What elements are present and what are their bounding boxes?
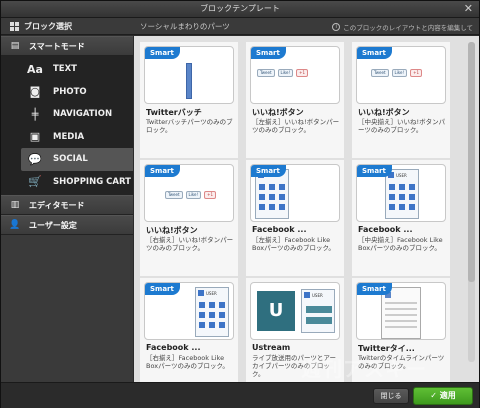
smart-badge: Smart <box>357 283 392 295</box>
card-description: Twitterバッチパーツのみのブロック。 <box>146 118 233 134</box>
grid-icon <box>10 21 20 32</box>
card-title: いいね!ボタン <box>358 108 410 117</box>
sidebar-item-shopping-cart[interactable]: 🛒 SHOPPING CART <box>1 171 133 194</box>
card-thumbnail: Smart Tweet Like! +1 <box>356 46 446 104</box>
card-thumbnail: Smart USER <box>250 164 340 222</box>
card-description: ［中央揃え］Facebook Like Boxパーツのみのブロック。 <box>358 236 443 252</box>
template-card-like-right[interactable]: Smart Tweet Like! +1 いいね!ボタン ［右揃え］いいね!ボタンパ… <box>140 160 238 276</box>
social-buttons-preview: Tweet Like! +1 <box>257 69 309 77</box>
card-title: Facebook ... <box>252 225 307 234</box>
scrollbar-thumb[interactable] <box>468 42 475 282</box>
smart-mode-items: Aa TEXT ◙ PHOTO ╪ NAVIGATION ▣ MEDIA 💬 S… <box>1 56 133 195</box>
cart-icon: 🛒 <box>28 175 42 189</box>
card-thumbnail: Smart <box>356 282 446 340</box>
card-title: いいね!ボタン <box>252 108 304 117</box>
card-thumbnail: Smart Tweet Like! +1 <box>144 164 234 222</box>
block-select-title: ブロック選択 <box>24 22 72 31</box>
smart-mode-header[interactable]: ▤ スマートモード <box>1 36 133 56</box>
smart-mode-label: スマートモード <box>29 41 85 51</box>
ustream-sidebar-preview: USER <box>301 289 335 333</box>
window-title: ブロックテンプレート <box>200 4 280 13</box>
template-card-facebook-left[interactable]: Smart USER Facebook ... ［左揃え］Facebook Li… <box>246 160 344 276</box>
card-title: Facebook ... <box>358 225 413 234</box>
smart-badge: Smart <box>251 165 286 177</box>
card-thumbnail: Smart USER <box>144 282 234 340</box>
smart-badge: Smart <box>357 47 392 59</box>
card-title: いいね!ボタン <box>146 226 198 235</box>
sidebar: ▤ スマートモード Aa TEXT ◙ PHOTO ╪ NAVIGATION ▣… <box>1 36 133 382</box>
edit-icon: ▥ <box>10 200 20 210</box>
card-title: Facebook ... <box>146 343 201 352</box>
sidebar-item-media[interactable]: ▣ MEDIA <box>1 126 133 149</box>
smart-badge: Smart <box>145 47 180 59</box>
ustream-logo-preview: U <box>257 291 295 331</box>
template-card-twitter-badge[interactable]: Smart Twitterバッチ Twitterバッチパーツのみのブロック。 <box>140 42 238 158</box>
card-title: Ustream <box>252 343 291 352</box>
vertical-scrollbar[interactable] <box>468 42 475 362</box>
card-thumbnail: Smart USER <box>356 164 446 222</box>
smart-badge: Smart <box>145 165 180 177</box>
apply-button[interactable]: ✓ 適用 <box>413 387 473 405</box>
social-buttons-preview: Tweet Like! +1 <box>165 191 217 199</box>
block-select-header: ブロック選択 <box>1 18 133 35</box>
smart-badge: Smart <box>251 47 286 59</box>
sidebar-item-navigation[interactable]: ╪ NAVIGATION <box>1 103 133 126</box>
card-description: ［右揃え］いいね!ボタンパーツのみのブロック。 <box>146 236 234 252</box>
title-bar: ブロックテンプレート ✕ <box>1 1 479 18</box>
sidebar-item-social[interactable]: 💬 SOCIAL <box>21 148 133 171</box>
card-description: ［左揃え］いいね!ボタンパーツのみのブロック。 <box>252 118 340 134</box>
smart-badge: Smart <box>357 165 392 177</box>
panel-header: ブロック選択 ソーシャルまわりのパーツ i このブロックのレイアウトと内容を編集… <box>1 18 479 35</box>
navigation-icon: ╪ <box>31 107 39 121</box>
card-thumbnail: Smart <box>144 46 234 104</box>
social-buttons-preview: Tweet Like! +1 <box>371 69 423 77</box>
user-icon: 👤 <box>9 220 21 230</box>
twitter-badge-preview <box>186 63 192 99</box>
sidebar-item-text[interactable]: Aa TEXT <box>1 58 133 81</box>
facebook-likebox-preview: USER <box>385 169 419 219</box>
template-grid: Smart Twitterバッチ Twitterバッチパーツのみのブロック。 S… <box>134 36 479 382</box>
card-thumbnail: U USER <box>250 282 340 340</box>
block-template-window: ブロックテンプレート ✕ ブロック選択 ソーシャルまわりのパーツ i このブロッ… <box>0 0 480 408</box>
editor-mode-header[interactable]: ▥ エディタモード <box>1 195 133 215</box>
category-title: ソーシャルまわりのパーツ <box>140 22 230 31</box>
layout-icon: ▤ <box>10 41 20 51</box>
smart-badge: Smart <box>145 283 180 295</box>
info-text: i このブロックのレイアウトと内容を編集して <box>332 18 473 35</box>
card-title: Twitterバッチ <box>146 108 202 117</box>
card-description: ［中央揃え］いいね!ボタンパーツのみのブロック。 <box>358 118 446 134</box>
camera-icon: ◙ <box>29 85 41 99</box>
editor-mode-label: エディタモード <box>29 200 85 210</box>
card-thumbnail: Smart Tweet Like! +1 <box>250 46 340 104</box>
user-settings-header[interactable]: 👤 ユーザー設定 <box>1 215 133 235</box>
template-card-like-center[interactable]: Smart Tweet Like! +1 いいね!ボタン ［中央揃え］いいね!ボタン… <box>352 42 450 158</box>
info-icon: i <box>332 22 341 31</box>
user-settings-label: ユーザー設定 <box>29 220 77 230</box>
facebook-likebox-preview: USER <box>195 287 229 337</box>
watermark: 週刊アスキー <box>301 357 427 381</box>
card-description: ［左揃え］Facebook Like Boxパーツのみのブロック。 <box>252 236 335 252</box>
footer-bar: 閉じる ✓ 適用 <box>1 382 479 408</box>
close-button[interactable]: 閉じる <box>373 388 409 404</box>
chat-bubble-icon: 💬 <box>28 152 42 166</box>
template-card-facebook-right[interactable]: Smart USER Facebook ... ［右揃え］Facebook Li… <box>140 278 238 382</box>
card-description: ［右揃え］Facebook Like Boxパーツのみのブロック。 <box>146 354 229 370</box>
close-icon[interactable]: ✕ <box>464 2 473 15</box>
twitter-timeline-preview <box>381 287 421 339</box>
text-icon: Aa <box>27 62 43 76</box>
media-icon: ▣ <box>29 130 41 144</box>
sidebar-item-photo[interactable]: ◙ PHOTO <box>1 81 133 104</box>
template-card-like-left[interactable]: Smart Tweet Like! +1 いいね!ボタン ［左揃え］いいね!ボタンパ… <box>246 42 344 158</box>
template-card-facebook-center[interactable]: Smart USER Facebook ... ［中央揃え］Facebook L… <box>352 160 450 276</box>
